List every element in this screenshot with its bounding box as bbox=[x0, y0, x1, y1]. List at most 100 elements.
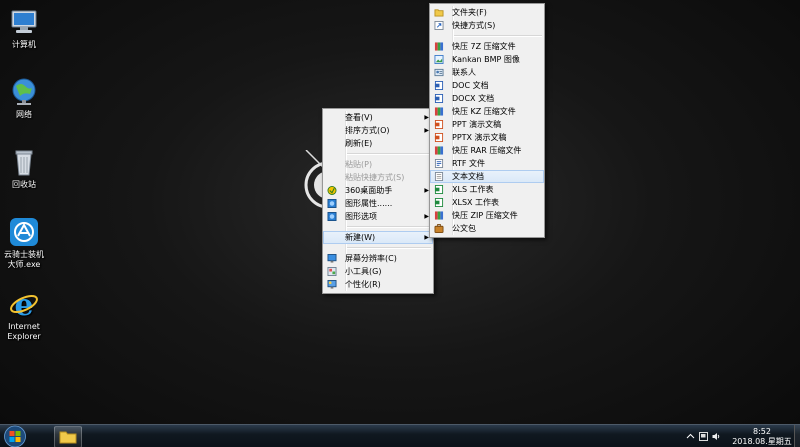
menu-item-label: XLS 工作表 bbox=[452, 185, 494, 194]
menu-item-label: 快压 7Z 压缩文件 bbox=[452, 42, 516, 51]
menu-item-label: 快压 KZ 压缩文件 bbox=[452, 107, 516, 116]
new-item-xlsx[interactable]: XLSX 工作表 bbox=[430, 196, 544, 209]
new-item-doc[interactable]: DOC 文档 bbox=[430, 79, 544, 92]
menu-item-label: DOCX 文档 bbox=[452, 94, 495, 103]
menu-item-view[interactable]: 查看(V) ▶ bbox=[323, 111, 433, 124]
menu-item-refresh[interactable]: 刷新(E) bbox=[323, 137, 433, 150]
menu-item-graphics-properties[interactable]: 图形属性...... bbox=[323, 197, 433, 210]
new-item-briefcase[interactable]: 公文包 bbox=[430, 222, 544, 235]
text-file-icon bbox=[434, 172, 444, 181]
word-doc-icon bbox=[434, 94, 444, 103]
new-item-7z[interactable]: 快压 7Z 压缩文件 bbox=[430, 40, 544, 53]
folder-icon bbox=[59, 431, 77, 444]
powerpoint-icon bbox=[434, 133, 444, 142]
recycle-bin-icon bbox=[15, 150, 33, 176]
menu-item-label: 粘贴快捷方式(S) bbox=[345, 173, 405, 182]
clock[interactable]: 8:52 2018.08.星期五 bbox=[730, 427, 794, 447]
desktop-icon-yunqishi[interactable]: 云骑士装机 大师.exe bbox=[2, 216, 46, 270]
new-item-kz[interactable]: 快压 KZ 压缩文件 bbox=[430, 105, 544, 118]
folder-icon bbox=[434, 9, 444, 17]
desktop-icon-computer[interactable]: 计算机 bbox=[2, 6, 46, 50]
menu-separator bbox=[347, 153, 431, 155]
start-button-windows-icon[interactable] bbox=[3, 425, 27, 447]
show-desktop-button[interactable] bbox=[794, 425, 800, 447]
yunqishi-app-icon bbox=[10, 218, 38, 246]
menu-item-graphics-options[interactable]: 图形选项 ▶ bbox=[323, 210, 433, 223]
menu-item-label: Kankan BMP 图像 bbox=[452, 55, 520, 64]
new-item-contact[interactable]: 联系人 bbox=[430, 66, 544, 79]
gadgets-icon bbox=[327, 267, 337, 276]
menu-item-label: PPTX 演示文稿 bbox=[452, 133, 507, 142]
menu-item-paste-shortcut[interactable]: 粘贴快捷方式(S) bbox=[323, 171, 433, 184]
menu-item-label: 快捷方式(S) bbox=[452, 21, 496, 30]
menu-item-label: 快压 RAR 压缩文件 bbox=[452, 146, 522, 155]
menu-item-personalize[interactable]: 个性化(R) bbox=[323, 278, 433, 291]
menu-separator bbox=[347, 226, 431, 228]
menu-item-label: 屏幕分辨率(C) bbox=[345, 254, 397, 263]
desktop[interactable]: 计算机 网络 回收站 云骑士装机 大师.exe e Internet Explo… bbox=[0, 0, 800, 447]
desktop-icon-label: 回收站 bbox=[12, 180, 36, 189]
new-item-zip[interactable]: 快压 ZIP 压缩文件 bbox=[430, 209, 544, 222]
menu-item-label: RTF 文件 bbox=[452, 159, 486, 168]
volume-icon[interactable] bbox=[712, 432, 721, 441]
new-item-ppt[interactable]: PPT 演示文稿 bbox=[430, 118, 544, 131]
desktop-context-menu: 查看(V) ▶ 排序方式(O) ▶ 刷新(E) 粘贴(P) 粘贴快捷方式(S) … bbox=[322, 108, 434, 294]
menu-item-paste[interactable]: 粘贴(P) bbox=[323, 158, 433, 171]
menu-item-label: 小工具(G) bbox=[345, 267, 382, 276]
menu-item-label: DOC 文档 bbox=[452, 81, 489, 90]
network-globe-icon bbox=[12, 78, 36, 105]
desktop-icon-label-line2: 大师.exe bbox=[7, 260, 41, 269]
new-item-folder[interactable]: 文件夹(F) bbox=[430, 6, 544, 19]
new-item-docx[interactable]: DOCX 文档 bbox=[430, 92, 544, 105]
new-item-xls[interactable]: XLS 工作表 bbox=[430, 183, 544, 196]
menu-item-label: 新建(W) bbox=[345, 233, 376, 242]
action-center-flag-icon[interactable] bbox=[699, 432, 708, 441]
menu-item-360-desk-assistant[interactable]: 360桌面助手 ▶ bbox=[323, 184, 433, 197]
new-item-shortcut[interactable]: 快捷方式(S) bbox=[430, 19, 544, 32]
desktop-icon-label-line1: 云骑士装机 bbox=[4, 250, 44, 259]
menu-item-label: 文件夹(F) bbox=[452, 8, 487, 17]
contact-icon bbox=[434, 68, 444, 77]
shortcut-icon bbox=[434, 21, 444, 30]
desktop-icon-label: 网络 bbox=[16, 110, 32, 119]
menu-item-new[interactable]: 新建(W) ▶ bbox=[323, 231, 433, 244]
menu-item-label: 360桌面助手 bbox=[345, 186, 393, 195]
taskbar-explorer-button[interactable] bbox=[54, 426, 82, 447]
archive-icon bbox=[434, 211, 444, 220]
internet-explorer-icon: e bbox=[10, 288, 38, 320]
menu-separator bbox=[347, 247, 431, 249]
menu-item-sort[interactable]: 排序方式(O) ▶ bbox=[323, 124, 433, 137]
new-item-pptx[interactable]: PPTX 演示文稿 bbox=[430, 131, 544, 144]
menu-item-label: XLSX 工作表 bbox=[452, 198, 500, 207]
clock-time: 8:52 bbox=[753, 427, 771, 436]
menu-item-label: 排序方式(O) bbox=[345, 126, 390, 135]
menu-item-label: 图形选项 bbox=[345, 212, 377, 221]
new-item-rar[interactable]: 快压 RAR 压缩文件 bbox=[430, 144, 544, 157]
powerpoint-icon bbox=[434, 120, 444, 129]
menu-item-label: 文本文档 bbox=[452, 172, 484, 181]
new-item-bmp[interactable]: Kankan BMP 图像 bbox=[430, 53, 544, 66]
menu-item-gadgets[interactable]: 小工具(G) bbox=[323, 265, 433, 278]
desktop-icon-internet-explorer[interactable]: e Internet Explorer bbox=[2, 288, 46, 342]
new-item-rtf[interactable]: RTF 文件 bbox=[430, 157, 544, 170]
desktop-icon-network[interactable]: 网络 bbox=[2, 76, 46, 120]
show-hidden-icons-arrow-icon[interactable] bbox=[686, 432, 695, 441]
archive-icon bbox=[434, 146, 444, 155]
new-item-text-document[interactable]: 文本文档 bbox=[430, 170, 544, 183]
menu-item-label: 查看(V) bbox=[345, 113, 373, 122]
desktop-icon-recycle-bin[interactable]: 回收站 bbox=[2, 146, 46, 190]
computer-icon bbox=[11, 10, 37, 33]
rtf-file-icon bbox=[434, 159, 444, 168]
word-doc-icon bbox=[434, 81, 444, 90]
briefcase-icon bbox=[434, 224, 444, 233]
excel-icon bbox=[434, 185, 444, 194]
menu-item-screen-resolution[interactable]: 屏幕分辨率(C) bbox=[323, 252, 433, 265]
clock-date: 2018.08.星期五 bbox=[732, 437, 792, 446]
menu-item-label: 公文包 bbox=[452, 224, 476, 233]
menu-item-label: 刷新(E) bbox=[345, 139, 373, 148]
menu-item-label: 图形属性...... bbox=[345, 199, 393, 208]
menu-item-label: 个性化(R) bbox=[345, 280, 381, 289]
intel-graphics-icon bbox=[327, 199, 337, 208]
desktop-icon-label: 计算机 bbox=[12, 40, 36, 49]
desktop-icon-label-line1: Internet bbox=[8, 322, 40, 331]
